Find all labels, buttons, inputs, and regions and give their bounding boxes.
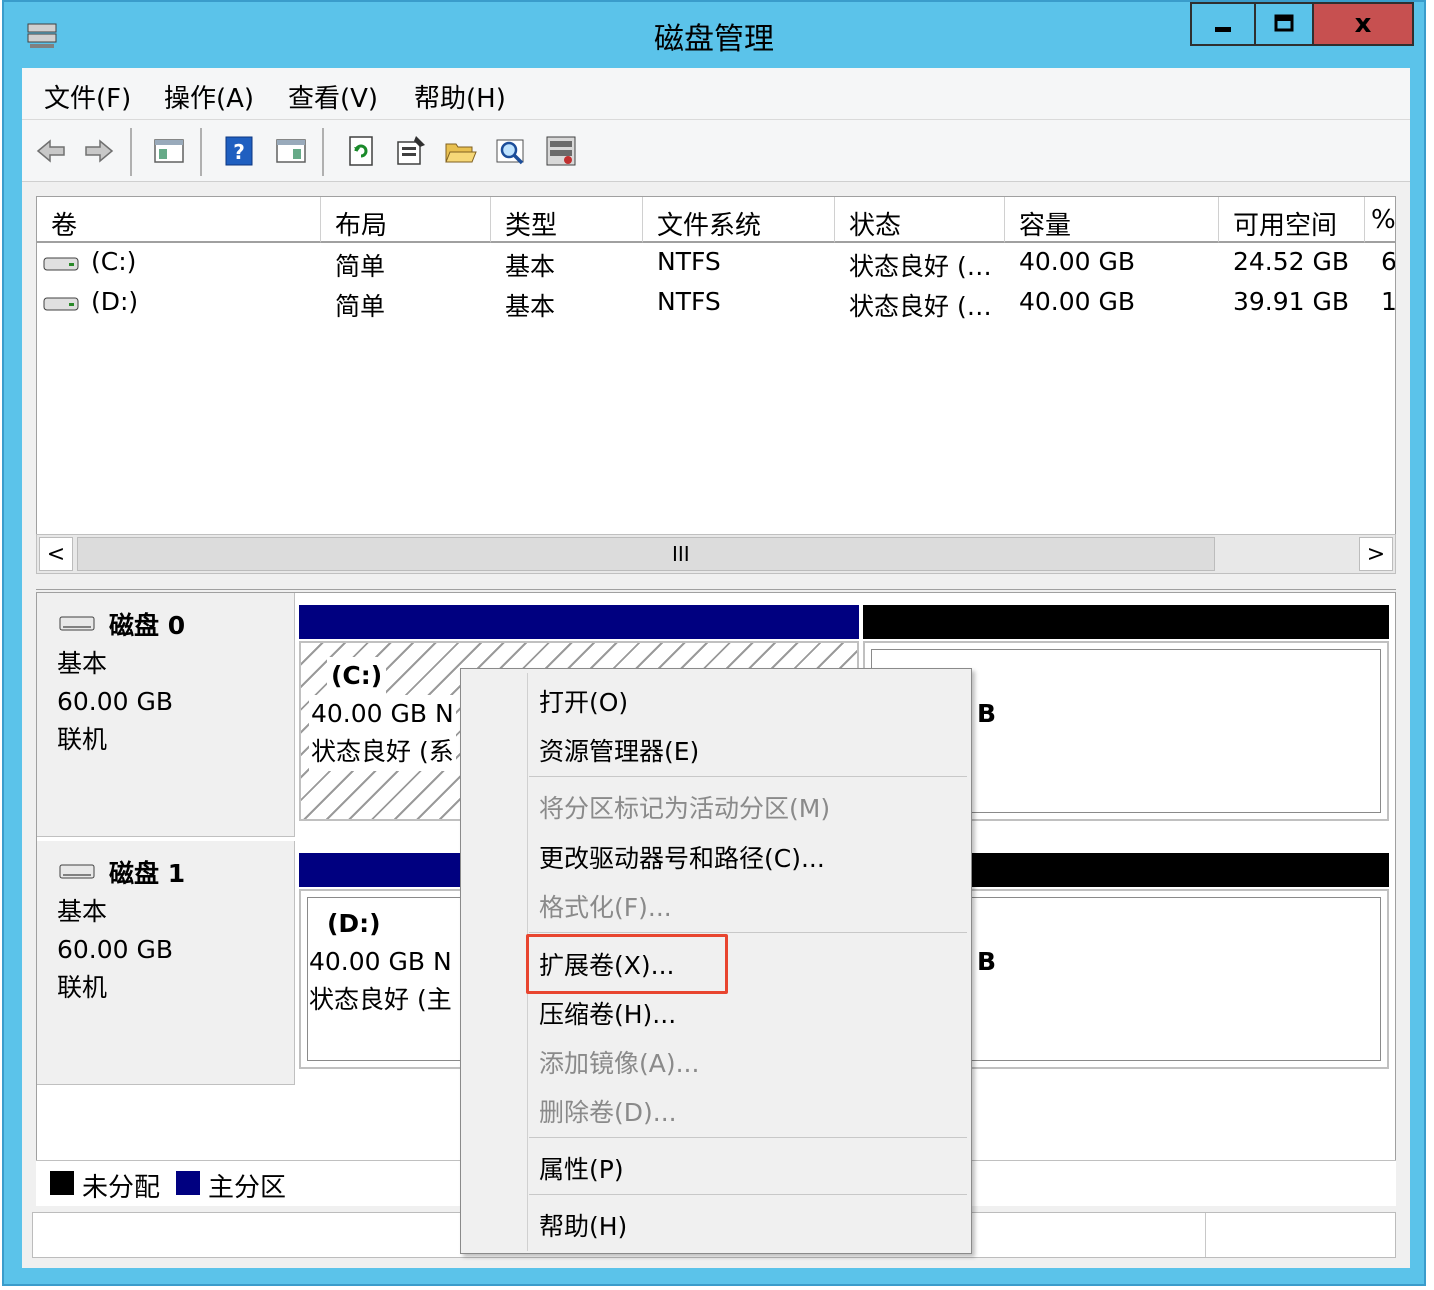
legend-swatch-primary <box>176 1171 200 1195</box>
svg-text:?: ? <box>233 140 245 164</box>
disk-info[interactable]: 磁盘 0 基本 60.00 GB 联机 <box>37 593 295 837</box>
menu-view[interactable]: 查看(V) <box>288 78 378 115</box>
column-header-capacity[interactable]: 容量 <box>1005 197 1219 243</box>
column-header-volume[interactable]: 卷 <box>37 197 321 243</box>
menu-item-properties[interactable]: 属性(P) <box>539 1150 624 1186</box>
partition-size: 40.00 GB N <box>309 947 452 976</box>
menu-item-format[interactable]: 格式化(F)... <box>539 888 672 924</box>
disk-name: 磁盘 1 <box>109 859 186 888</box>
status-separator <box>1205 1213 1206 1257</box>
menu-bar: 文件(F) 操作(A) 查看(V) 帮助(H) <box>22 68 1410 120</box>
toolbar-separator <box>130 128 132 176</box>
scroll-left-button[interactable]: < <box>39 537 73 571</box>
menu-item-add-mirror[interactable]: 添加镜像(A)... <box>539 1044 699 1080</box>
volume-status: 状态良好 (… <box>849 292 992 321</box>
refresh-icon[interactable] <box>344 134 378 168</box>
menu-item-delete-volume[interactable]: 删除卷(D)... <box>539 1093 677 1129</box>
help-icon[interactable]: ? <box>222 134 256 168</box>
volume-layout: 简单 <box>335 252 386 281</box>
menu-item-mark-active[interactable]: 将分区标记为活动分区(M) <box>539 789 830 825</box>
disk-size: 60.00 GB <box>57 935 174 964</box>
volume-filesystem: NTFS <box>657 287 721 316</box>
menu-item-help[interactable]: 帮助(H) <box>539 1207 627 1243</box>
partition-size: 40.00 GB N <box>309 695 456 733</box>
toolbar-separator <box>322 128 324 176</box>
back-arrow-icon[interactable] <box>34 134 68 168</box>
scroll-grip: III <box>672 542 690 566</box>
column-header-percent-free[interactable]: % <box>1365 197 1395 243</box>
menu-action[interactable]: 操作(A) <box>164 78 254 115</box>
minimize-icon <box>1215 27 1231 32</box>
scroll-thumb[interactable]: III <box>77 537 1215 571</box>
volume-type: 基本 <box>505 292 556 321</box>
volume-name: (C:) <box>91 247 137 276</box>
legend-label-unallocated: 未分配 <box>82 1173 161 1203</box>
menu-separator <box>529 1194 967 1195</box>
volume-status: 状态良好 (… <box>849 252 992 281</box>
action-pane-icon[interactable] <box>274 134 308 168</box>
volume-filesystem: NTFS <box>657 247 721 276</box>
volume-type: 基本 <box>505 252 556 281</box>
toolbar: ? <box>22 120 1410 182</box>
volume-free-space: 24.52 GB <box>1233 247 1350 276</box>
column-header-type[interactable]: 类型 <box>491 197 643 243</box>
disk-icon <box>59 616 95 631</box>
menu-separator <box>529 1137 967 1138</box>
disk-state: 联机 <box>57 973 108 1002</box>
disk-size: 60.00 GB <box>57 687 174 716</box>
disk-icon <box>59 864 95 879</box>
column-header-layout[interactable]: 布局 <box>321 197 491 243</box>
volume-percent-free: 1 <box>1381 287 1396 316</box>
volume-free-space: 39.91 GB <box>1233 287 1350 316</box>
search-icon[interactable] <box>494 134 528 168</box>
menu-item-shrink-volume[interactable]: 压缩卷(H)... <box>539 995 676 1031</box>
menu-item-explore[interactable]: 资源管理器(E) <box>539 732 699 768</box>
minimize-button[interactable] <box>1190 2 1254 46</box>
properties-icon[interactable] <box>394 134 428 168</box>
maximize-button[interactable] <box>1254 2 1314 46</box>
forward-arrow-icon[interactable] <box>82 134 116 168</box>
title-bar[interactable]: 磁盘管理 x <box>4 2 1424 68</box>
maximize-icon <box>1274 14 1294 32</box>
menu-separator <box>529 932 967 933</box>
unallocated-header <box>863 605 1389 639</box>
partition-status: 状态良好 (主 <box>309 985 452 1014</box>
disk-name: 磁盘 0 <box>109 611 186 640</box>
menu-file[interactable]: 文件(F) <box>44 78 131 115</box>
volume-capacity: 40.00 GB <box>1019 287 1136 316</box>
menu-separator <box>529 776 967 777</box>
volume-layout: 简单 <box>335 292 386 321</box>
legend-label-primary: 主分区 <box>208 1173 287 1203</box>
legend-swatch-unallocated <box>50 1171 74 1195</box>
volume-capacity: 40.00 GB <box>1019 247 1136 276</box>
partition-status: 状态良好 (系 <box>309 733 456 771</box>
disk-info[interactable]: 磁盘 1 基本 60.00 GB 联机 <box>37 841 295 1085</box>
extend-volume-highlight <box>526 934 728 994</box>
disk-settings-icon[interactable] <box>544 134 578 168</box>
horizontal-scrollbar[interactable]: < III > <box>36 534 1396 574</box>
volume-percent-free: 6 <box>1381 247 1396 276</box>
open-folder-icon[interactable] <box>444 134 478 168</box>
toolbar-separator <box>200 128 202 176</box>
column-header-status[interactable]: 状态 <box>835 197 1005 243</box>
disk-type: 基本 <box>57 649 108 678</box>
menu-item-open[interactable]: 打开(O) <box>539 683 628 719</box>
menu-help[interactable]: 帮助(H) <box>414 78 506 115</box>
menu-item-change-drive-letter[interactable]: 更改驱动器号和路径(C)... <box>539 839 825 875</box>
console-tree-icon[interactable] <box>152 134 186 168</box>
drive-icon <box>43 297 79 311</box>
partition-label: (C:) <box>327 657 387 695</box>
scroll-right-button[interactable]: > <box>1359 537 1393 571</box>
close-button[interactable]: x <box>1314 2 1414 46</box>
disk-type: 基本 <box>57 897 108 926</box>
column-header-filesystem[interactable]: 文件系统 <box>643 197 835 243</box>
volume-list: 卷 布局 类型 文件系统 状态 容量 可用空间 % (C:) 简单 基本 NTF… <box>36 196 1396 574</box>
drive-icon <box>43 257 79 271</box>
volume-name: (D:) <box>91 287 139 316</box>
disk-state: 联机 <box>57 725 108 754</box>
pane-splitter[interactable] <box>36 576 1396 590</box>
column-header-free-space[interactable]: 可用空间 <box>1219 197 1365 243</box>
partition-label: (D:) <box>327 909 381 938</box>
primary-partition-header <box>299 605 859 639</box>
